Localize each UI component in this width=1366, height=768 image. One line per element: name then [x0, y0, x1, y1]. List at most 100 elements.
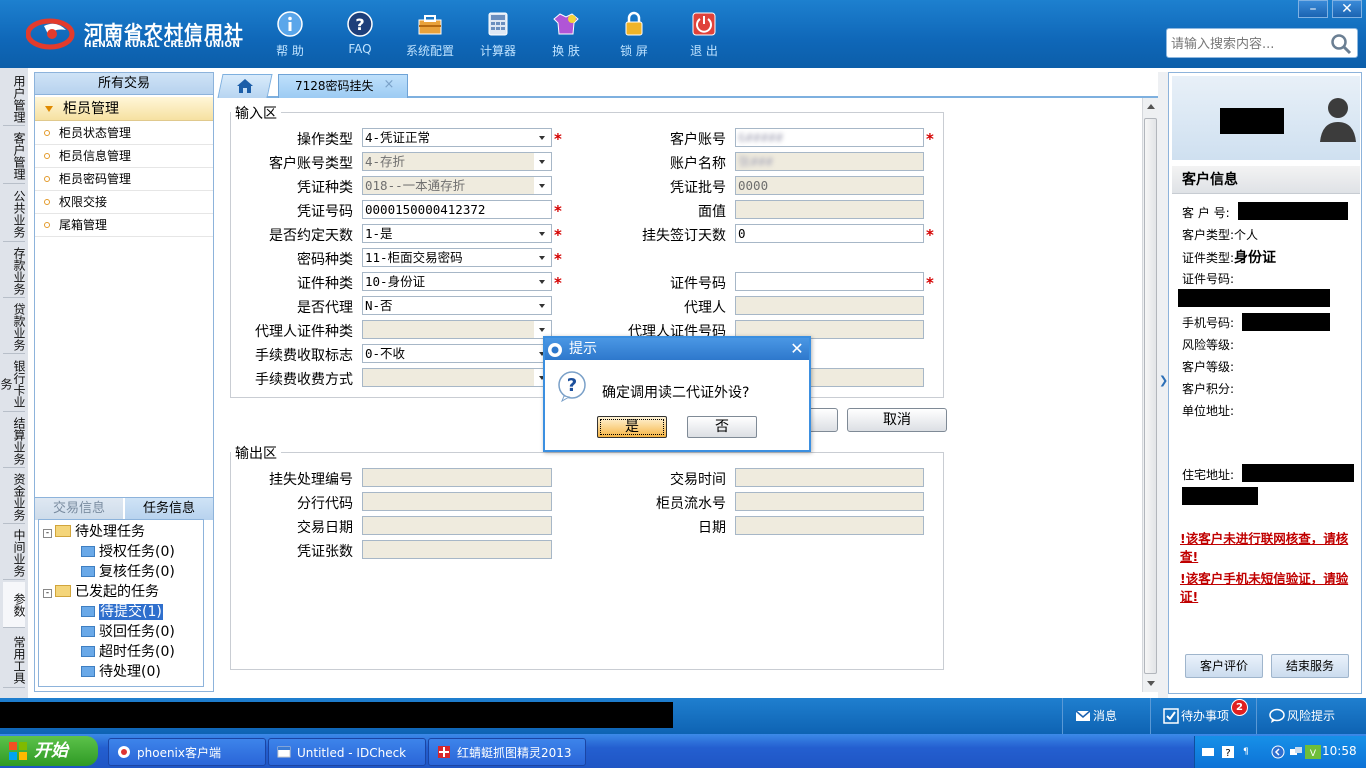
vtab-parameters[interactable]: 参数	[3, 582, 26, 628]
window-close-button[interactable]: ✕	[1332, 0, 1362, 18]
id-type-select[interactable]: 10-身份证	[362, 272, 552, 291]
scroll-thumb[interactable]	[1144, 118, 1157, 674]
vtab-funds[interactable]: 资金业务	[3, 470, 26, 524]
customer-rating-button[interactable]: 客户评价	[1185, 654, 1263, 678]
taskbar-capture[interactable]: 红蜻蜓抓图精灵2013	[428, 738, 586, 766]
vtab-loan[interactable]: 贷款业务	[3, 300, 26, 354]
window-minimize-button[interactable]: –	[1298, 0, 1328, 18]
network-icon[interactable]	[1289, 745, 1303, 759]
tree-node-auth-task[interactable]: 授权任务(0)	[81, 542, 175, 562]
message-button[interactable]: 消息	[1062, 698, 1154, 734]
taskbar-idcheck[interactable]: Untitled - IDCheck	[268, 738, 426, 766]
tab-close-icon[interactable]: ×	[382, 78, 396, 92]
dropdown-arrow-icon[interactable]	[534, 129, 551, 146]
vtab-customer-management[interactable]: 客户管理	[3, 128, 26, 184]
phone-label: 手机号码:	[1182, 316, 1235, 330]
toolbar-config-button[interactable]: 系统配置	[398, 8, 462, 64]
vtab-user-management[interactable]: 用户管理	[3, 72, 26, 126]
toolbar-help-button[interactable]: 帮 助	[258, 8, 322, 64]
operation-type-select[interactable]: 4-凭证正常	[362, 128, 552, 147]
scroll-up-icon[interactable]	[1147, 104, 1155, 109]
vtab-deposit[interactable]: 存款业务	[3, 244, 26, 298]
taskbar-phoenix[interactable]: phoenix客户端	[108, 738, 266, 766]
vtab-intermediary[interactable]: 中间业务	[3, 526, 26, 580]
vtab-public-business[interactable]: 公共业务	[3, 186, 26, 242]
vtab-tools[interactable]: 常用工具	[3, 632, 26, 688]
field-label: 凭证批号	[670, 180, 726, 196]
tree-node-to-submit[interactable]: 待提交(1)	[81, 602, 163, 622]
nav-item-label: 柜员信息管理	[59, 149, 132, 163]
nav-header[interactable]: 所有交易	[35, 73, 213, 95]
collapse-icon[interactable]: -	[43, 529, 52, 538]
field-label: 挂失签订天数	[642, 228, 726, 244]
capture-icon	[438, 746, 450, 758]
collapse-arrow-icon[interactable]: ❯	[1159, 374, 1168, 388]
ime-icon[interactable]: ¶	[1241, 744, 1255, 760]
field-label: 客户账号	[670, 132, 726, 148]
scroll-down-icon[interactable]	[1147, 681, 1155, 686]
field-label: 凭证种类	[297, 180, 353, 196]
id-number-label: 证件号码:	[1182, 272, 1235, 286]
id-number-input[interactable]	[735, 272, 924, 291]
tree-node-timeout[interactable]: 超时任务(0)	[81, 642, 175, 662]
password-type-select[interactable]: 11-柜面交易密码	[362, 248, 552, 267]
nav-item-teller-status[interactable]: 柜员状态管理	[35, 122, 213, 145]
dialog-no-button[interactable]: 否	[687, 416, 757, 438]
folder-icon	[55, 585, 71, 597]
loss-days-input[interactable]: 0	[735, 224, 924, 243]
tree-node-rejected[interactable]: 驳回任务(0)	[81, 622, 175, 642]
agreed-days-select[interactable]: 1-是	[362, 224, 552, 243]
search-icon[interactable]	[1329, 32, 1353, 56]
warning-network-check[interactable]: !该客户未进行联网核查，请核查!	[1180, 530, 1358, 566]
toolbar-skin-button[interactable]: 换 肤	[534, 8, 598, 64]
toolbar-exit-button[interactable]: 退 出	[672, 8, 736, 64]
dialog-close-icon[interactable]: ✕	[788, 340, 806, 358]
nav-item-teller-password[interactable]: 柜员密码管理	[35, 168, 213, 191]
tree-node-pending[interactable]: - 待处理任务	[43, 522, 145, 542]
masked-value: 张###	[738, 154, 774, 169]
tree-node-initiated[interactable]: - 已发起的任务	[43, 582, 159, 602]
dropdown-arrow-icon[interactable]	[534, 297, 551, 314]
collapse-icon[interactable]: -	[43, 589, 52, 598]
end-service-button[interactable]: 结束服务	[1271, 654, 1349, 678]
tab-task-info[interactable]: 任务信息	[125, 498, 213, 520]
risk-alert-button[interactable]: 风险提示	[1256, 698, 1366, 734]
vtab-settlement[interactable]: 结算业务	[3, 414, 26, 468]
tree-node-label: 复核任务(0)	[99, 564, 175, 580]
vtab-bank-card[interactable]: 银行卡业务	[0, 356, 26, 412]
required-mark: *	[554, 250, 562, 268]
field-label: 分行代码	[297, 496, 353, 512]
tab-transaction-info[interactable]: 交易信息	[35, 498, 123, 520]
warning-sms-verify[interactable]: !该客户手机未短信验证，请验证!	[1180, 570, 1358, 606]
nav-group-teller[interactable]: 柜员管理	[35, 97, 213, 121]
field-label: 代理人证件种类	[255, 324, 353, 340]
toolbar-calculator-button[interactable]: 计算器	[466, 8, 530, 64]
search-input[interactable]	[1171, 33, 1331, 55]
warning-text[interactable]: !该客户手机未短信验证，请验证!	[1180, 571, 1348, 604]
dropdown-arrow-icon[interactable]	[534, 249, 551, 266]
dialog-yes-button[interactable]: 是	[597, 416, 667, 438]
voucher-number-input[interactable]: 0000150000412372	[362, 200, 552, 219]
nav-item-teller-info[interactable]: 柜员信息管理	[35, 145, 213, 168]
nav-item-permission-handover[interactable]: 权限交接	[35, 191, 213, 214]
tree-node-to-process[interactable]: 待处理(0)	[81, 662, 161, 682]
dropdown-arrow-icon[interactable]	[534, 273, 551, 290]
keyboard-icon[interactable]	[1201, 745, 1215, 759]
customer-account-input[interactable]: 6#####	[735, 128, 924, 147]
warning-text[interactable]: !该客户未进行联网核查，请核查!	[1180, 531, 1348, 564]
toolbar-lock-button[interactable]: 锁 屏	[602, 8, 666, 64]
back-arrow-icon[interactable]	[1271, 745, 1285, 759]
help-tray-icon[interactable]: ?	[1221, 745, 1235, 759]
fee-flag-select[interactable]: 0-不收	[362, 344, 552, 363]
toolbar-faq-button[interactable]: ? FAQ	[328, 8, 392, 64]
module-tabs: 用户管理 客户管理 公共业务 存款业务 贷款业务 银行卡业务 结算业务 资金业务…	[0, 68, 28, 698]
main-scrollbar[interactable]	[1142, 98, 1158, 692]
vpn-icon[interactable]: V	[1305, 745, 1321, 759]
nav-item-tail-box[interactable]: 尾箱管理	[35, 214, 213, 237]
tree-node-review-task[interactable]: 复核任务(0)	[81, 562, 175, 582]
cancel-button[interactable]: 取消	[847, 408, 947, 432]
home-icon[interactable]	[236, 78, 254, 94]
dropdown-arrow-icon[interactable]	[534, 225, 551, 242]
redacted-block	[1242, 464, 1354, 482]
is-agent-select[interactable]: N-否	[362, 296, 552, 315]
